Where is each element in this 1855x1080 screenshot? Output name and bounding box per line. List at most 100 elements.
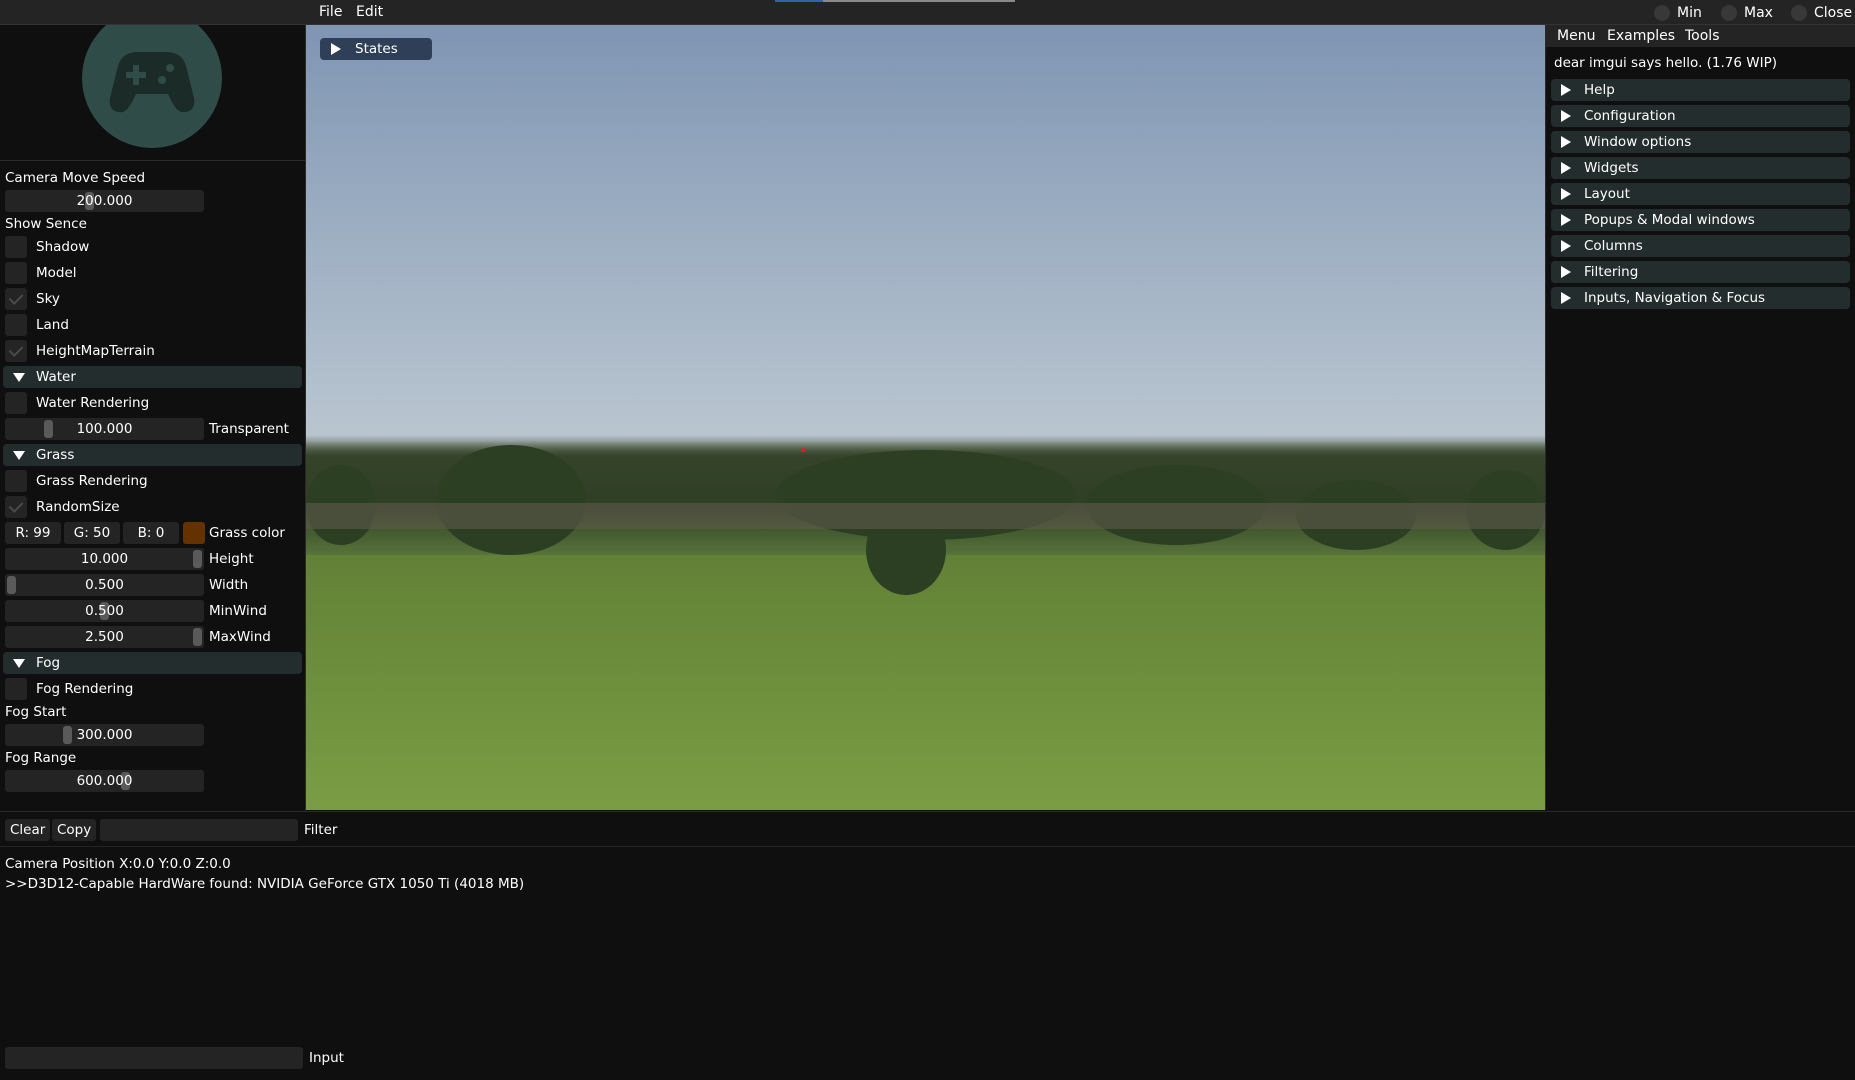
- section-title: Inputs, Navigation & Focus: [1584, 290, 1766, 306]
- slider-value: 200.000: [76, 193, 133, 209]
- radio-icon: [1654, 5, 1670, 21]
- scene-tree: [436, 445, 586, 555]
- fog-start-slider[interactable]: 300.000: [5, 724, 204, 746]
- checkbox-label: Model: [36, 265, 77, 281]
- copy-button[interactable]: Copy: [52, 819, 97, 841]
- slider-value: 300.000: [76, 727, 133, 743]
- demo-section-popups[interactable]: Popups & Modal windows: [1551, 209, 1850, 231]
- console-panel: Clear Copy Filter Camera Position X:0.0 …: [0, 811, 1855, 1080]
- chevron-right-icon: [1561, 136, 1571, 148]
- model-checkbox[interactable]: Model: [5, 262, 77, 284]
- chevron-right-icon: [1561, 292, 1571, 304]
- chevron-right-icon: [1561, 162, 1571, 174]
- chevron-down-icon: [13, 372, 25, 382]
- fog-rendering-checkbox[interactable]: Fog Rendering: [5, 678, 133, 700]
- console-input[interactable]: [5, 1047, 303, 1069]
- fog-range-slider[interactable]: 600.000: [5, 770, 204, 792]
- transparent-slider[interactable]: 100.000: [5, 418, 204, 440]
- scene-viewport[interactable]: States: [306, 25, 1545, 810]
- camera-move-speed-slider[interactable]: 200.000: [5, 190, 204, 212]
- heightmap-terrain-checkbox[interactable]: HeightMapTerrain: [5, 340, 155, 362]
- close-button[interactable]: Close: [1791, 4, 1852, 22]
- grass-color-r-field[interactable]: R: 99: [5, 522, 61, 544]
- demo-section-inputs-navigation[interactable]: Inputs, Navigation & Focus: [1551, 287, 1850, 309]
- water-section-header[interactable]: Water: [3, 366, 302, 388]
- width-slider[interactable]: 0.500: [5, 574, 204, 596]
- maximize-button[interactable]: Max: [1721, 4, 1773, 22]
- checkbox-box[interactable]: [5, 262, 27, 284]
- demo-section-configuration[interactable]: Configuration: [1551, 105, 1850, 127]
- demo-section-filtering[interactable]: Filtering: [1551, 261, 1850, 283]
- grass-color-g-field[interactable]: G: 50: [64, 522, 120, 544]
- demo-section-widgets[interactable]: Widgets: [1551, 157, 1850, 179]
- checkbox-label: Land: [36, 317, 69, 333]
- demo-menubar: Menu Examples Tools: [1546, 25, 1855, 47]
- checkbox-box[interactable]: [5, 678, 27, 700]
- radio-icon: [1721, 5, 1737, 21]
- minimize-label: Min: [1677, 5, 1702, 21]
- water-rendering-checkbox[interactable]: Water Rendering: [5, 392, 149, 414]
- checkbox-box[interactable]: [5, 236, 27, 258]
- menu-edit[interactable]: Edit: [356, 4, 383, 20]
- section-title: Help: [1584, 82, 1615, 98]
- section-title: Layout: [1584, 186, 1630, 202]
- checkbox-label: Sky: [36, 291, 60, 307]
- max-wind-slider[interactable]: 2.500: [5, 626, 204, 648]
- height-slider[interactable]: 10.000: [5, 548, 204, 570]
- demo-menu-menu[interactable]: Menu: [1557, 28, 1595, 44]
- chevron-right-icon: [1561, 110, 1571, 122]
- land-checkbox[interactable]: Land: [5, 314, 69, 336]
- checkbox-box[interactable]: [5, 288, 27, 310]
- gamepad-icon: [82, 8, 222, 148]
- checkbox-label: Shadow: [36, 239, 90, 255]
- chevron-right-icon: [1561, 266, 1571, 278]
- slider-value: 600.000: [76, 773, 133, 789]
- radio-icon: [1791, 5, 1807, 21]
- checkbox-box[interactable]: [5, 340, 27, 362]
- min-wind-slider[interactable]: 0.500: [5, 600, 204, 622]
- checkbox-label: HeightMapTerrain: [36, 343, 155, 359]
- demo-section-help[interactable]: Help: [1551, 79, 1850, 101]
- scene-wall: [306, 503, 1545, 529]
- section-title: Columns: [1584, 238, 1643, 254]
- sky-checkbox[interactable]: Sky: [5, 288, 60, 310]
- checkbox-label: Fog Rendering: [36, 681, 134, 697]
- imgui-demo-panel: Menu Examples Tools dear imgui says hell…: [1545, 25, 1855, 810]
- slider-value: 0.500: [85, 577, 124, 593]
- chevron-down-icon: [13, 658, 25, 668]
- filter-label: Filter: [304, 822, 338, 838]
- section-title: Window options: [1584, 134, 1692, 150]
- demo-section-window-options[interactable]: Window options: [1551, 131, 1850, 153]
- maximize-label: Max: [1744, 5, 1773, 21]
- log-line: >>D3D12-Capable HardWare found: NVIDIA G…: [5, 876, 525, 892]
- menu-file[interactable]: File: [319, 4, 342, 20]
- filter-input[interactable]: [100, 819, 298, 841]
- chevron-right-icon: [1561, 240, 1571, 252]
- demo-section-layout[interactable]: Layout: [1551, 183, 1850, 205]
- grass-section-header[interactable]: Grass: [3, 444, 302, 466]
- fog-section-header[interactable]: Fog: [3, 652, 302, 674]
- minimize-button[interactable]: Min: [1654, 4, 1702, 22]
- slider-value: 0.500: [85, 603, 124, 619]
- grass-color-b-field[interactable]: B: 0: [123, 522, 179, 544]
- demo-menu-tools[interactable]: Tools: [1685, 28, 1720, 44]
- demo-section-columns[interactable]: Columns: [1551, 235, 1850, 257]
- console-divider: [0, 846, 1855, 847]
- checkbox-box[interactable]: [5, 470, 27, 492]
- demo-menu-examples[interactable]: Examples: [1607, 28, 1675, 44]
- demo-hello-text: dear imgui says hello. (1.76 WIP): [1554, 55, 1778, 71]
- grass-color-swatch[interactable]: [183, 522, 205, 544]
- states-toggle[interactable]: States: [320, 38, 432, 60]
- grass-rendering-checkbox[interactable]: Grass Rendering: [5, 470, 148, 492]
- shadow-checkbox[interactable]: Shadow: [5, 236, 89, 258]
- width-label: Width: [209, 577, 249, 593]
- section-title: Filtering: [1584, 264, 1639, 280]
- checkbox-box[interactable]: [5, 496, 27, 518]
- random-size-checkbox[interactable]: RandomSize: [5, 496, 120, 518]
- chevron-right-icon: [1561, 188, 1571, 200]
- checkbox-box[interactable]: [5, 392, 27, 414]
- checkbox-box[interactable]: [5, 314, 27, 336]
- clear-button[interactable]: Clear: [5, 819, 51, 841]
- slider-value: 2.500: [85, 629, 124, 645]
- section-title: Widgets: [1584, 160, 1639, 176]
